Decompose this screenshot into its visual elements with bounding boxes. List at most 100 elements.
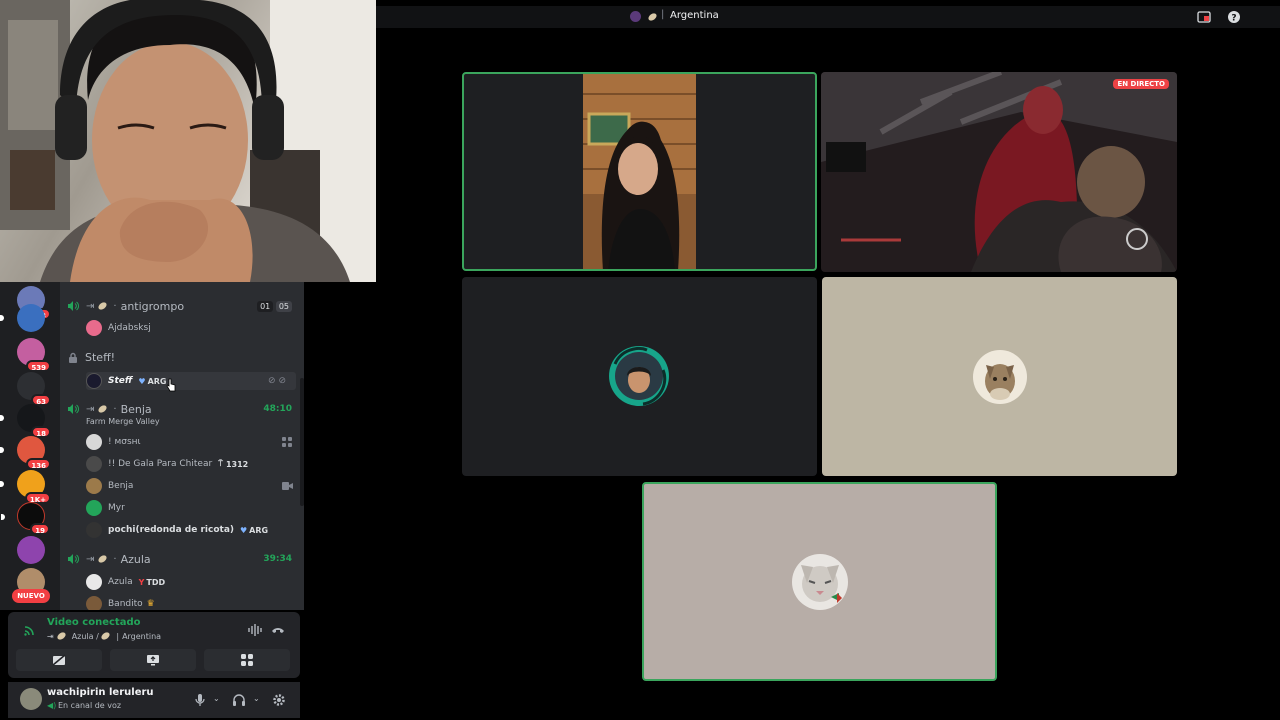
rugby-ball-icon (55, 630, 67, 642)
clan-tag: Y TDD (139, 578, 166, 587)
channel-name: antigrompo (120, 299, 185, 313)
user-name: ! мσѕнι (108, 437, 141, 447)
clan-tag: ♥ ARG (138, 377, 166, 386)
help-icon[interactable]: ? (1227, 10, 1241, 24)
voice-channel-azula[interactable]: ⇥ · Azula 39:34 (60, 552, 304, 566)
channel-timer: 39:34 (263, 554, 292, 564)
chevron-down-icon[interactable]: ⌄ (253, 694, 260, 703)
scrollbar[interactable] (300, 378, 304, 506)
heart-icon: ♥ (240, 525, 248, 535)
popout-icon[interactable] (1197, 10, 1211, 24)
voice-channel-steff[interactable]: Steff! (60, 350, 304, 364)
user-max: 05 (275, 300, 292, 312)
server-icon[interactable]: 18 (0, 404, 51, 438)
unread-pill (0, 415, 4, 421)
voice-location-server: Argentina (122, 632, 162, 641)
camera-icon (282, 482, 293, 490)
lock-icon (69, 352, 77, 363)
server-icon[interactable] (17, 536, 45, 564)
arrow-icon: ⇥ (47, 632, 54, 641)
video-tile-cat-2[interactable] (642, 482, 997, 681)
separator-icon: · (113, 553, 117, 565)
channel-activity: Farm Merge Valley (86, 417, 160, 426)
clan-tag-label: 1312 (225, 459, 249, 469)
unread-pill (1, 514, 5, 520)
user-limit: 01 05 (257, 300, 292, 312)
live-badge: EN DIRECTO (1113, 79, 1169, 89)
headphones-icon[interactable] (232, 693, 246, 707)
voice-user[interactable]: !! De Gala Para Chitear ⍑ 1312 (86, 456, 248, 472)
channel-name: Benja (120, 402, 152, 416)
voice-connection-panel: Video conectado ⇥ Azula / | Argentina (8, 612, 300, 678)
avatar (86, 434, 102, 450)
video-feed (583, 74, 696, 269)
voice-location: ⇥ Azula / | Argentina (47, 630, 162, 642)
chevron-down-icon[interactable]: ⌄ (213, 694, 220, 703)
clan-tag-label: ARG (147, 376, 167, 386)
avatar (86, 373, 102, 389)
video-tile-girl[interactable] (462, 72, 817, 271)
activities-button[interactable] (204, 649, 290, 671)
avatar (86, 500, 102, 516)
avatar (86, 574, 102, 590)
user-avatar (973, 350, 1027, 404)
unread-pill (0, 481, 4, 487)
voice-status[interactable]: Video conectado (47, 617, 140, 628)
server-icon[interactable]: 1K+ (0, 470, 51, 504)
voice-user[interactable]: Steff ♥ ARG ⊘ ⊘ (86, 372, 296, 390)
username[interactable]: wachipirin leruleru (47, 687, 154, 698)
separator-icon: · (113, 403, 117, 415)
signal-icon[interactable] (23, 623, 37, 637)
noise-suppression-icon[interactable] (248, 624, 262, 636)
svg-text:?: ? (1231, 14, 1236, 24)
user-name: Benja (108, 481, 134, 491)
server-icon[interactable]: 63 (17, 372, 51, 406)
channel-list: ⇥ · antigrompo 01 05 Ajdabsksj Steff! St… (60, 280, 304, 610)
y-icon: Y (138, 577, 145, 587)
user-name: Azula (108, 577, 133, 587)
server-icon[interactable]: 19 (1, 502, 50, 535)
server-badge: 19 (30, 523, 50, 535)
arrow-icon: ⇥ (86, 300, 95, 312)
unread-pill (0, 315, 4, 321)
video-tile-stream[interactable]: EN DIRECTO (821, 72, 1177, 272)
server-icon[interactable]: 539 (17, 338, 51, 372)
user-avatar (792, 554, 848, 610)
clan-tag: ♥ ARG (240, 526, 268, 535)
voice-channel-antigrompo[interactable]: ⇥ · antigrompo 01 05 (60, 299, 304, 313)
rugby-ball-icon (97, 403, 109, 415)
server-avatar (630, 11, 641, 22)
microphone-icon[interactable] (195, 693, 205, 707)
server-icon[interactable] (0, 304, 45, 332)
activity-icon (282, 437, 292, 447)
voice-user[interactable]: ! мσѕнι (86, 434, 141, 450)
camera-off-button[interactable] (16, 649, 102, 671)
voice-user[interactable]: Myr (86, 500, 125, 516)
disconnect-icon[interactable] (271, 624, 285, 636)
hand-cursor-icon (166, 378, 176, 392)
avatar (86, 456, 102, 472)
voice-user[interactable]: Bandito ♛ (86, 596, 155, 610)
gear-icon[interactable] (272, 693, 286, 707)
video-tile-cat-1[interactable] (822, 277, 1177, 476)
voice-user[interactable]: Azula Y TDD (86, 574, 165, 590)
channel-name: Azula (120, 552, 151, 566)
user-name: !! De Gala Para Chitear (108, 459, 213, 469)
avatar[interactable] (20, 688, 42, 710)
activities-icon (241, 654, 253, 666)
speaker-icon (68, 404, 79, 414)
video-tile-avatar-boy[interactable] (462, 277, 817, 476)
server-badge: 539 (26, 360, 51, 372)
voice-status-icon: ◀) (47, 701, 57, 710)
screen-share-button[interactable] (110, 649, 196, 671)
new-badge[interactable]: NUEVO (12, 589, 50, 603)
voice-user[interactable]: Benja (86, 478, 133, 494)
screen-share-icon (147, 655, 159, 666)
voice-channel-benja[interactable]: ⇥ · Benja 48:10 (60, 402, 304, 416)
voice-user[interactable]: Ajdabsksj (86, 320, 151, 336)
speaker-icon (68, 301, 79, 311)
server-icon[interactable]: 136 (0, 436, 51, 470)
avatar (86, 478, 102, 494)
heart-icon: ♥ (138, 376, 146, 386)
voice-user[interactable]: pochi(redonda de ricota) ♥ ARG (86, 522, 268, 538)
